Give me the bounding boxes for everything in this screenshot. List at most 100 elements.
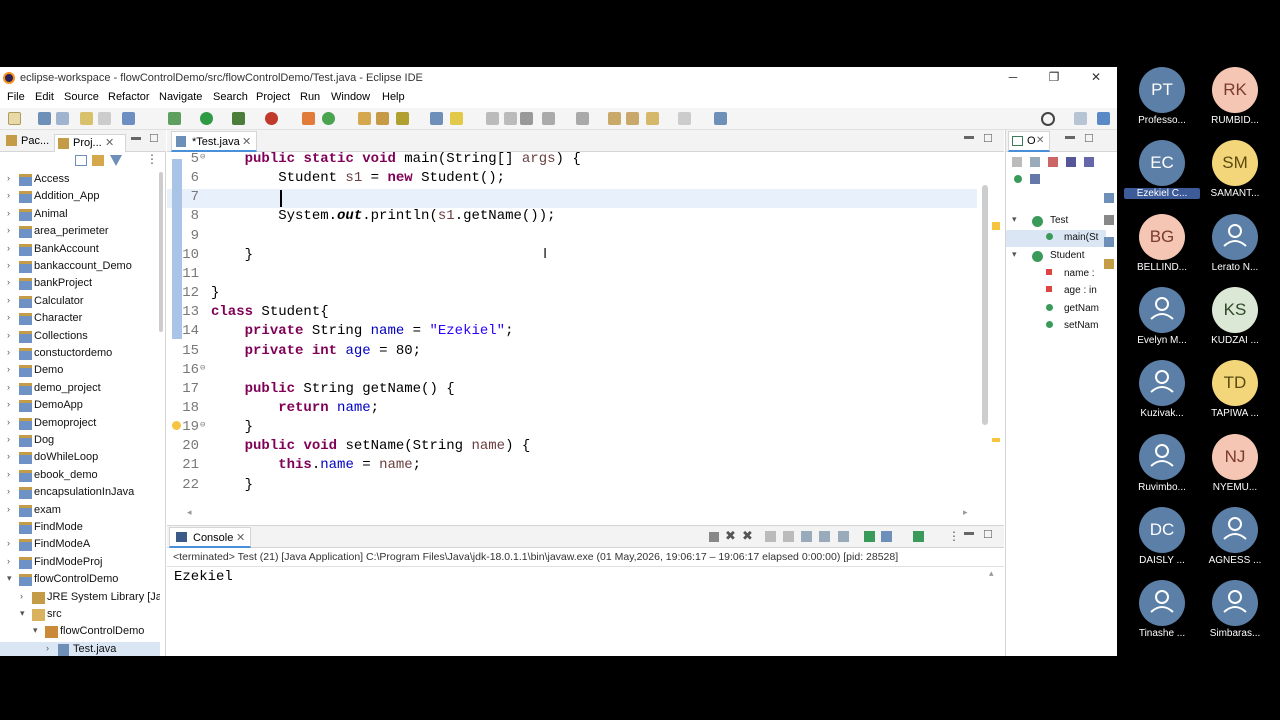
view-menu-icon[interactable]: ⋮ [948,529,960,543]
chevron-right-icon[interactable]: › [7,347,17,357]
tab-test-java[interactable]: *Test.java ✕ [171,131,257,152]
chevron-right-icon[interactable]: › [7,277,17,287]
terminate-icon[interactable] [709,532,719,542]
code-line[interactable]: 17 public String getName() { [167,381,977,400]
search-icon[interactable] [1041,112,1055,126]
chevron-right-icon[interactable]: › [7,225,17,235]
fold-icon[interactable]: ⊖ [200,363,205,373]
participant-tile[interactable]: Evelyn M... [1132,286,1192,357]
code-line[interactable]: 20 public void setName(String name) { [167,438,977,457]
mark-occurrences-icon[interactable] [450,112,463,125]
chevron-right-icon[interactable]: › [7,417,17,427]
participant-tile[interactable]: Lerato N... [1205,213,1265,284]
close-icon[interactable]: ✕ [242,135,251,148]
chevron-right-icon[interactable]: › [7,312,17,322]
chevron-right-icon[interactable]: › [7,434,17,444]
tree-item[interactable]: › Animal [0,207,160,224]
chevron-right-icon[interactable]: › [7,295,17,305]
declaration-icon[interactable] [1104,215,1114,225]
minimize-view-icon[interactable]: ▬ [131,132,141,143]
participant-tile[interactable]: PT Professo... [1132,67,1192,137]
undo-icon[interactable] [80,112,93,125]
open-perspective-icon[interactable] [1074,112,1087,125]
outline-item[interactable]: ▾ Student [1006,248,1106,265]
last-edit-icon[interactable] [608,112,621,125]
maximize-view-icon[interactable]: ☐ [1084,132,1094,145]
tab-project-explorer[interactable]: Proj... ✕ [54,134,126,152]
open-console-icon[interactable] [913,531,924,542]
outline-item[interactable]: name : [1006,266,1106,283]
fold-icon[interactable]: ⊖ [200,420,205,430]
chevron-right-icon[interactable]: › [7,364,17,374]
menu-project[interactable]: Project [256,91,290,103]
menu-run[interactable]: Run [300,91,320,103]
show-stdout-icon[interactable] [819,531,830,542]
tree-item[interactable]: › JRE System Library [Jav [0,590,160,607]
forward-history-icon[interactable] [626,112,639,125]
hide-static-icon[interactable] [1048,157,1058,167]
external-tools-icon[interactable] [265,112,278,125]
code-line[interactable]: 12} [167,285,977,304]
participant-tile[interactable]: NJ NYEMU... [1205,433,1265,504]
search-tool-icon[interactable] [396,112,409,125]
tree-item[interactable]: › doWhileLoop [0,450,160,467]
participant-tile[interactable]: DC DAISLY ... [1132,506,1192,577]
code-line[interactable]: 13 class Student{ [167,304,977,323]
maximize-view-icon[interactable]: ☐ [149,132,159,145]
remove-launch-icon[interactable]: ✖ [725,528,736,544]
menu-window[interactable]: Window [331,91,370,103]
code-line[interactable]: 7 [167,189,977,209]
tree-item[interactable]: › Collections [0,329,160,346]
tree-item[interactable]: › bankaccount_Demo [0,259,160,276]
pin-editor-icon[interactable] [714,112,727,125]
link-icon[interactable] [1030,174,1040,184]
tree-item[interactable]: › bankProject [0,276,160,293]
open-type-icon[interactable] [358,112,371,125]
chevron-down-icon[interactable]: ▾ [33,625,43,636]
tree-item[interactable]: › Demoproject [0,416,160,433]
show-stderr-icon[interactable] [838,531,849,542]
back-icon[interactable] [646,112,659,125]
close-icon[interactable]: ✕ [105,136,114,149]
chevron-right-icon[interactable]: › [7,556,17,566]
view-menu-icon[interactable]: ⋮ [146,152,158,166]
chevron-right-icon[interactable]: › [7,208,17,218]
participant-tile[interactable]: Simbaras... [1205,580,1265,650]
chevron-down-icon[interactable]: ▾ [20,608,30,619]
code-line[interactable]: 9 [167,228,977,247]
collapse-all-icon[interactable] [75,155,87,166]
pin-console-icon[interactable] [864,531,875,542]
code-line[interactable]: 6 Student s1 = new Student(); [167,170,977,189]
participant-tile[interactable]: AGNESS ... [1205,506,1265,577]
horizontal-scrollbar[interactable]: ◂ ▸ [187,507,977,521]
chevron-right-icon[interactable]: › [46,643,56,653]
menu-navigate[interactable]: Navigate [159,91,202,103]
terminal-icon[interactable] [122,112,135,125]
menu-refactor[interactable]: Refactor [108,91,150,103]
outline-item[interactable]: main(St [1006,230,1106,247]
outline-item[interactable]: flowContro [1006,210,1106,212]
fold-icon[interactable]: ⊖ [200,152,205,162]
problems-icon[interactable] [1104,259,1114,269]
javadoc-icon[interactable] [1104,193,1114,203]
tree-scrollbar[interactable] [159,172,163,332]
tree-item[interactable]: › BankAccount [0,242,160,259]
next-annotation-icon[interactable] [542,112,555,125]
chevron-right-icon[interactable]: › [7,243,17,253]
tree-item[interactable]: › demo_project [0,381,160,398]
tree-item[interactable]: › encapsulationInJava [0,485,160,502]
tree-item[interactable]: › constuctordemo [0,346,160,363]
outline-item[interactable]: getNam [1006,301,1106,318]
editor-scrollbar[interactable] [982,185,988,425]
remove-all-icon[interactable]: ✖ [742,528,753,544]
tree-item[interactable]: › Addition_App [0,189,160,206]
tree-item[interactable]: ▾ src [0,607,160,624]
tree-item[interactable]: › area_perimeter [0,224,160,241]
tree-item[interactable]: › Character [0,311,160,328]
scroll-right-icon[interactable]: ▸ [963,507,968,518]
tree-item[interactable]: › Test.java [0,641,160,656]
code-line[interactable]: 19 } ⊖ [167,419,977,438]
code-line[interactable]: 11 [167,266,977,285]
close-button[interactable]: ✕ [1081,70,1111,86]
save-icon[interactable] [38,112,51,125]
